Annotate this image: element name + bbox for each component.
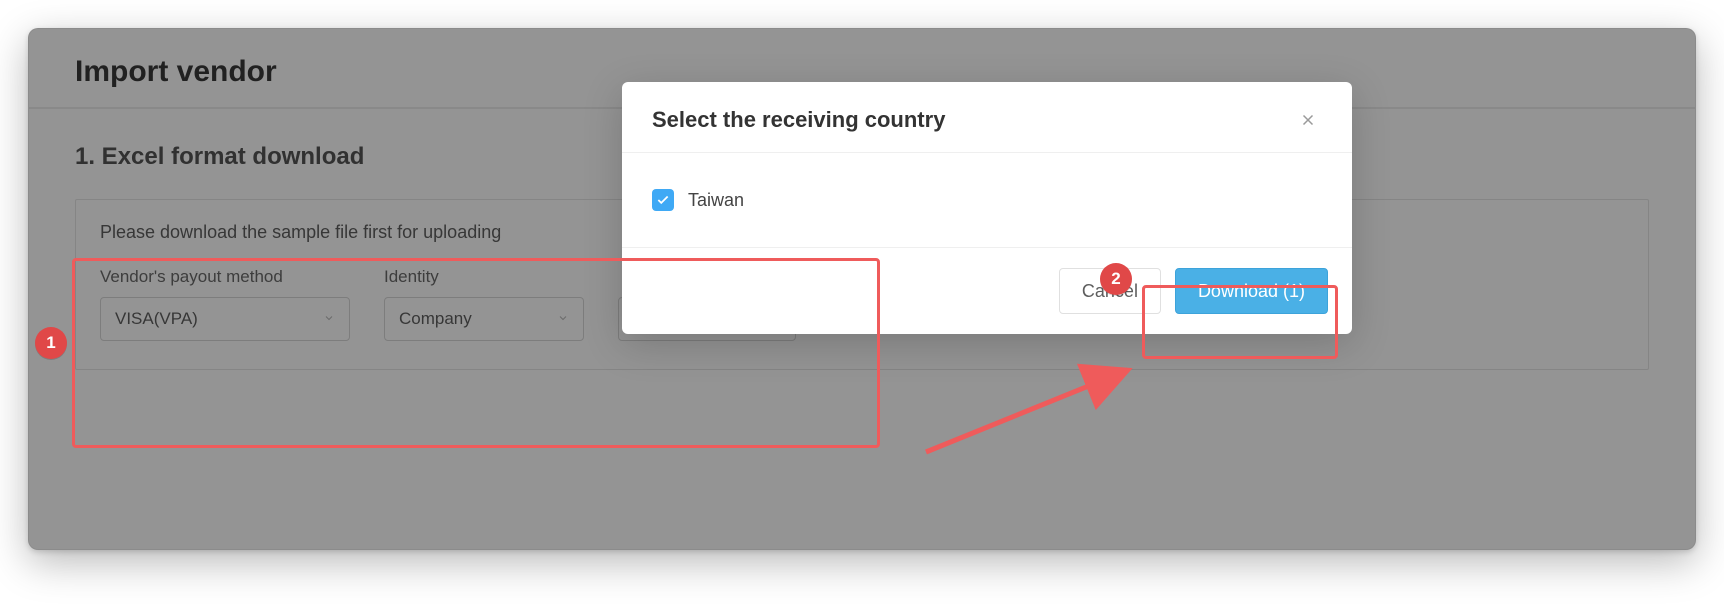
annotation-box-1 [72,258,880,448]
close-icon[interactable] [1294,106,1322,134]
annotation-badge-1: 1 [35,327,67,359]
checkbox-checked-icon [652,189,674,211]
country-option-taiwan[interactable]: Taiwan [652,189,1322,211]
modal-body: Taiwan [622,153,1352,247]
modal-header: Select the receiving country [622,82,1352,153]
annotation-badge-2: 2 [1100,263,1132,295]
country-option-label: Taiwan [688,190,744,211]
modal-title: Select the receiving country [652,107,945,133]
annotation-box-2 [1142,285,1338,359]
annotation-arrow-icon [916,354,1156,464]
